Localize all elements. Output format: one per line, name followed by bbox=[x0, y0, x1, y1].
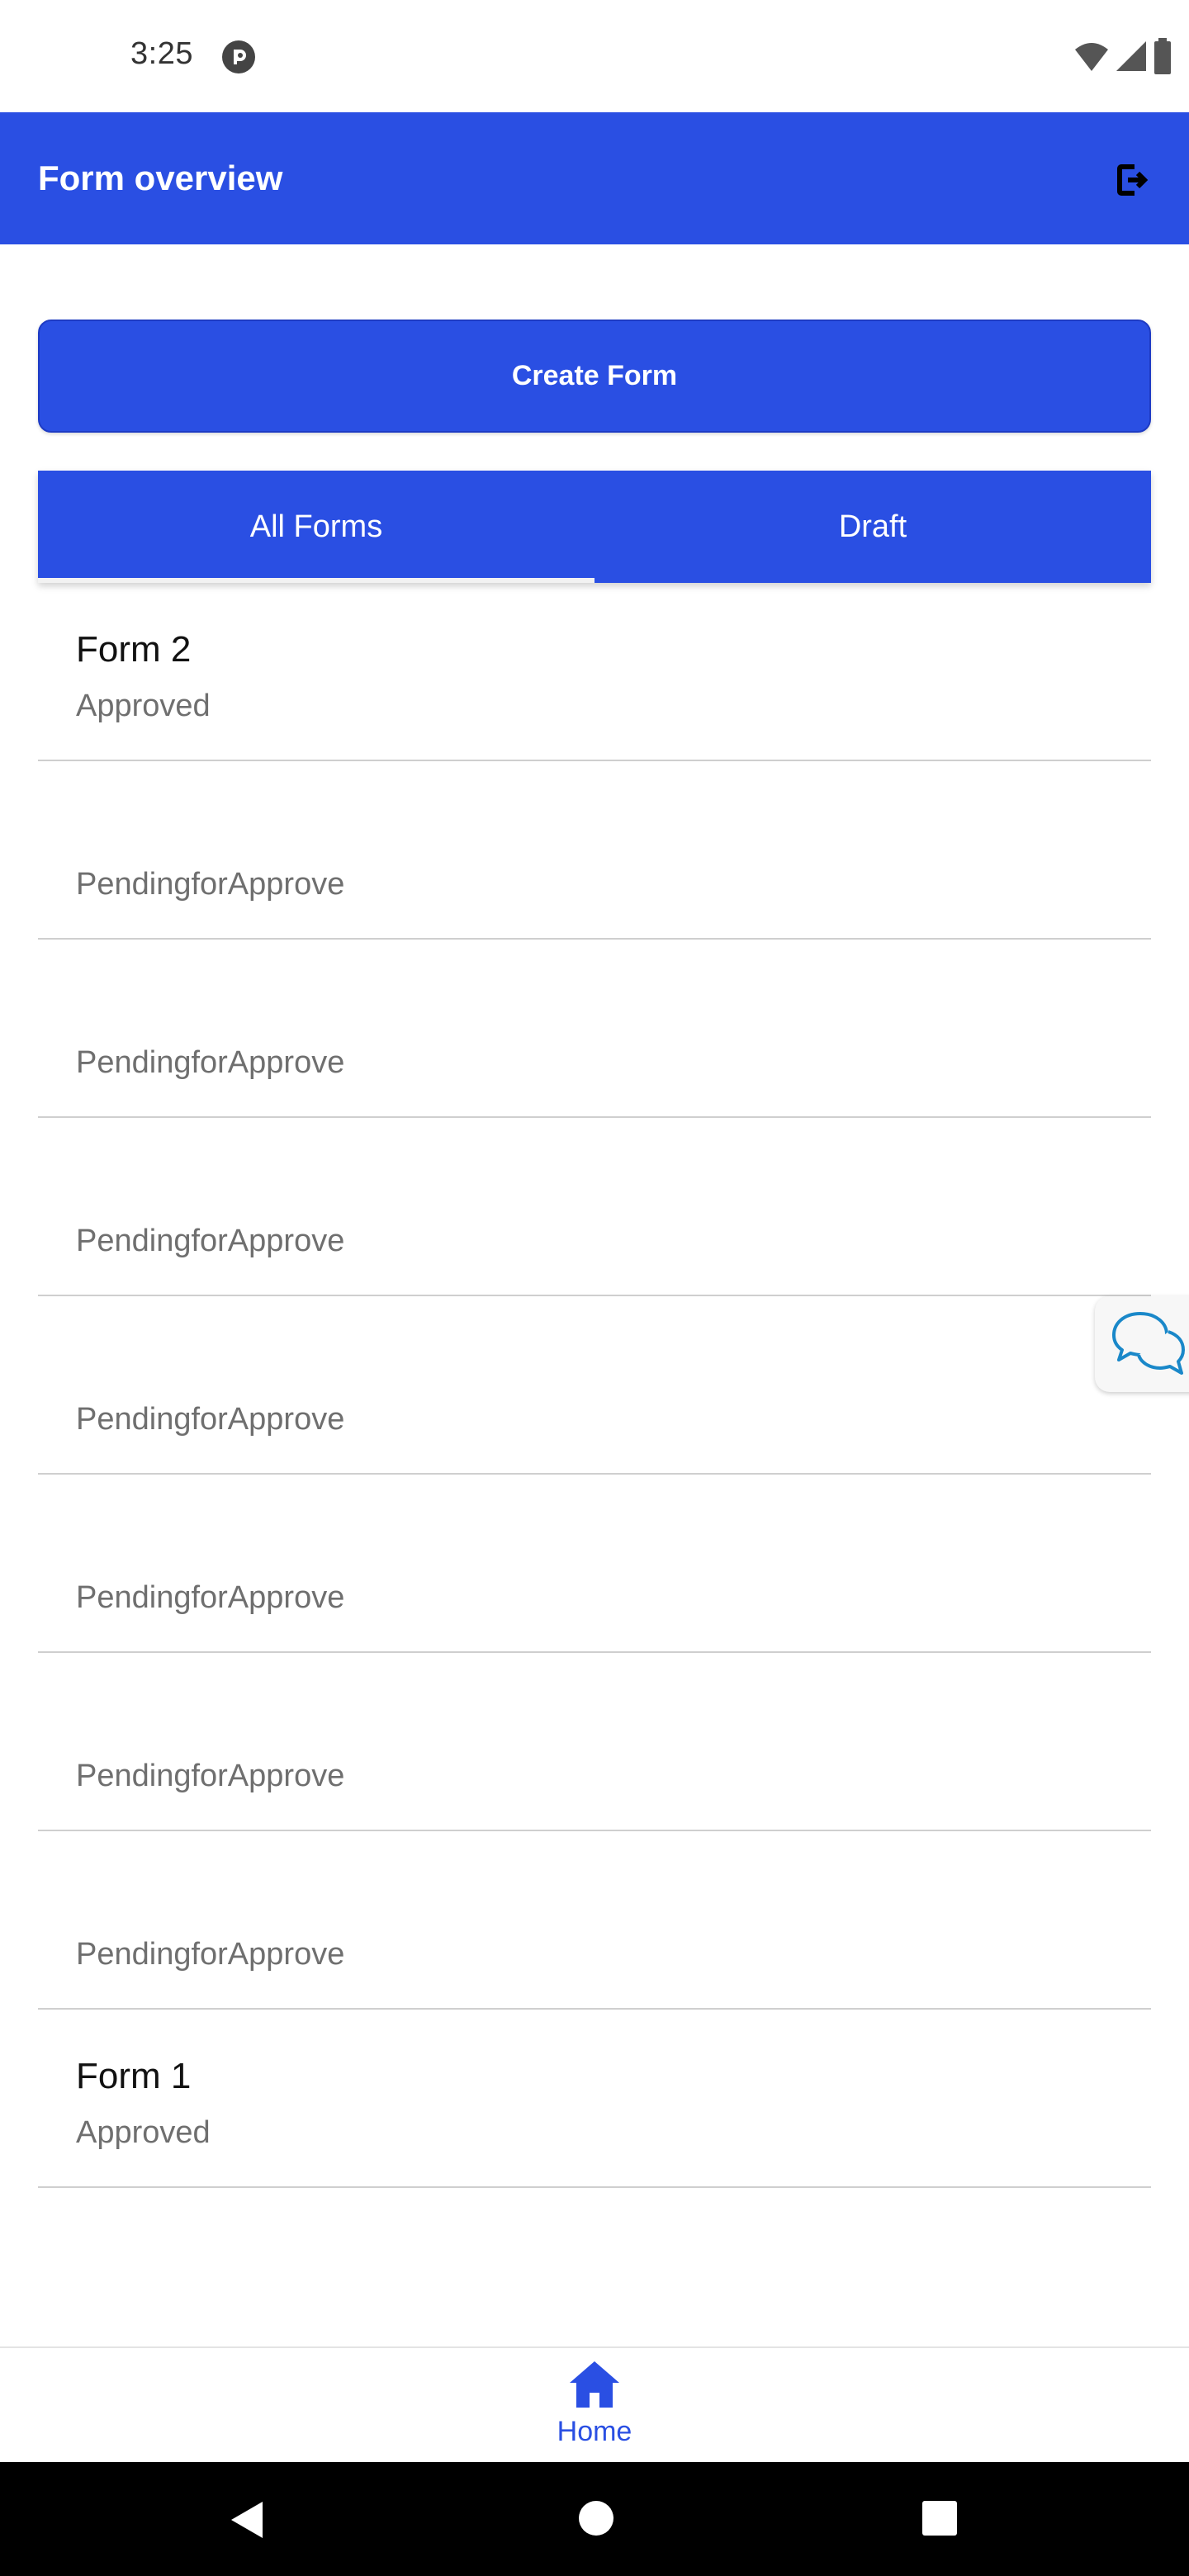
tab-draft[interactable]: Draft bbox=[594, 471, 1151, 583]
status-time: 3:25 bbox=[130, 36, 193, 71]
form-status: PendingforApprove bbox=[76, 1759, 345, 1793]
recents-icon[interactable] bbox=[921, 2500, 958, 2536]
back-icon[interactable] bbox=[230, 2500, 264, 2540]
list-item[interactable]: PendingforApprove bbox=[38, 1118, 1151, 1296]
tab-all-forms[interactable]: All Forms bbox=[38, 471, 594, 583]
form-status: Approved bbox=[76, 2115, 211, 2150]
list-item[interactable]: Form 2 Approved bbox=[38, 583, 1151, 761]
bottom-navigation: Home bbox=[0, 2346, 1189, 2462]
pocket-casts-icon bbox=[222, 40, 255, 73]
system-navigation-bar bbox=[0, 2462, 1189, 2576]
home-icon bbox=[570, 2361, 619, 2408]
list-item[interactable]: PendingforApprove bbox=[38, 1831, 1151, 2010]
chat-button[interactable] bbox=[1095, 1296, 1189, 1392]
form-status: PendingforApprove bbox=[76, 1580, 345, 1615]
app-bar: Form overview bbox=[0, 112, 1189, 244]
nav-item-home[interactable]: Home bbox=[512, 2348, 677, 2464]
page-title: Form overview bbox=[38, 159, 283, 197]
list-item[interactable]: PendingforApprove bbox=[38, 940, 1151, 1118]
form-title: Form 1 bbox=[76, 2056, 192, 2096]
create-form-button[interactable]: Create Form bbox=[38, 320, 1151, 433]
list-item[interactable]: PendingforApprove bbox=[38, 1653, 1151, 1831]
form-status: PendingforApprove bbox=[76, 1224, 345, 1258]
status-bar: 3:25 bbox=[0, 0, 1189, 112]
form-status: PendingforApprove bbox=[76, 1937, 345, 1972]
wifi-icon bbox=[1075, 43, 1108, 71]
home-circle-icon[interactable] bbox=[578, 2500, 614, 2536]
tab-bar: All Forms Draft bbox=[38, 471, 1151, 583]
signal-icon bbox=[1116, 41, 1146, 71]
battery-icon bbox=[1154, 38, 1171, 74]
chat-bubbles-icon bbox=[1112, 1312, 1185, 1375]
list-item[interactable]: PendingforApprove bbox=[38, 1296, 1151, 1475]
form-status: PendingforApprove bbox=[76, 1045, 345, 1080]
form-status: Approved bbox=[76, 689, 211, 723]
form-title: Form 2 bbox=[76, 629, 192, 670]
logout-icon[interactable] bbox=[1115, 162, 1151, 198]
form-list: Form 2 Approved PendingforApprove Pendin… bbox=[38, 583, 1151, 2188]
form-status: PendingforApprove bbox=[76, 1402, 345, 1437]
list-item[interactable]: PendingforApprove bbox=[38, 1475, 1151, 1653]
nav-item-label: Home bbox=[557, 2416, 632, 2447]
form-status: PendingforApprove bbox=[76, 867, 345, 902]
status-icons bbox=[1073, 36, 1172, 76]
list-item[interactable]: Form 1 Approved bbox=[38, 2010, 1151, 2188]
list-item[interactable]: PendingforApprove bbox=[38, 761, 1151, 940]
